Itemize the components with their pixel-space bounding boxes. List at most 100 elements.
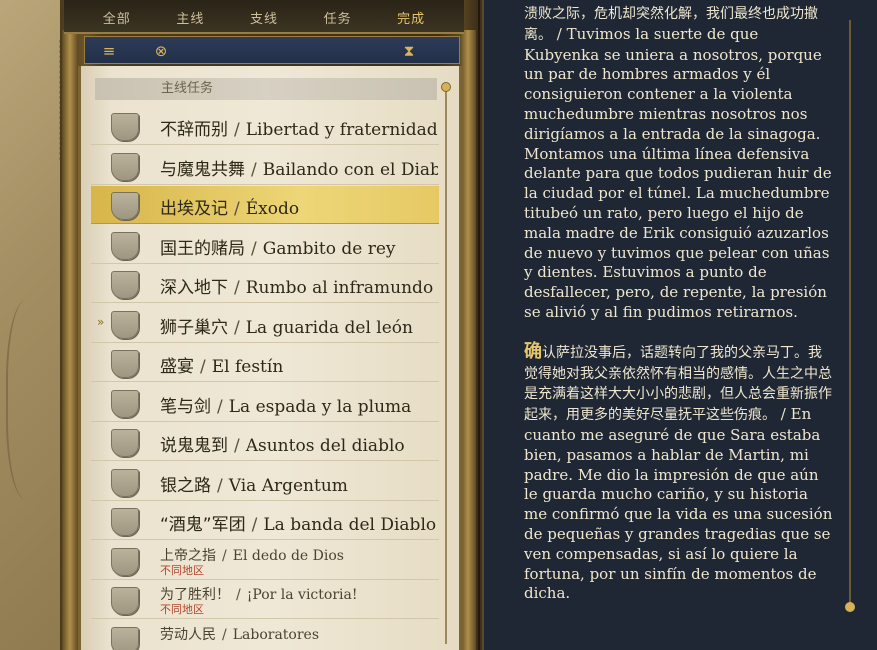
filter-icon[interactable]: ≡ xyxy=(99,41,119,61)
quest-list-scroll-knob[interactable] xyxy=(441,82,451,92)
quest-title-separator: / xyxy=(251,515,258,535)
quest-title-separator: / xyxy=(217,475,223,496)
description-p1-es: Tuvimos la suerte de que Kubyenka se uni… xyxy=(524,24,832,321)
quest-title: 笔与剑 / La espada y la pluma xyxy=(160,392,438,417)
quest-list: 主线任务 不辞而别 / Libertad y fraternidad 与魔鬼共舞 / Ba… xyxy=(78,66,462,650)
quest-shield-icon xyxy=(111,310,139,339)
quest-row[interactable]: 为了胜利！ / ¡Por la victoria! 不同地区 xyxy=(91,581,439,619)
quest-title-es: La guarida del león xyxy=(245,317,413,338)
quest-description-panel: 溃败之际，危机却突然化解，我们最终也成功撤离。 / Tuvimos la sue… xyxy=(482,0,877,650)
quest-title-es: Bailando con el Diablo xyxy=(262,159,438,180)
tab-main[interactable]: 主线 xyxy=(176,8,204,27)
description-sep: / xyxy=(780,405,786,424)
quest-title: 狮子巢穴 / La guarida del león xyxy=(160,313,438,338)
quest-title: 银之路 / Via Argentum xyxy=(160,471,438,496)
quest-title: 不辞而别 / Libertad y fraternidad xyxy=(160,115,438,140)
quest-row[interactable]: 说鬼鬼到 / Asuntos del diablo xyxy=(91,423,439,461)
description-p2-es: En cuanto me aseguré de que Sara estaba … xyxy=(524,405,833,603)
description-sep: / xyxy=(556,24,562,43)
quest-title: “酒鬼”军团 / La banda del Diablo xyxy=(160,510,438,535)
quest-row[interactable]: 笔与剑 / La espada y la pluma xyxy=(91,384,439,422)
quest-shield-icon xyxy=(111,547,139,576)
map-road xyxy=(0,40,60,160)
quest-row[interactable]: 劳动人民 / Laboratores xyxy=(91,621,439,650)
quest-title-separator: / xyxy=(234,317,240,338)
frame-pillar-left xyxy=(62,30,78,650)
current-quest-pointer-icon: » xyxy=(97,314,105,329)
quest-shield-icon xyxy=(111,113,139,141)
quest-row[interactable]: 不辞而别 / Libertad y fraternidad xyxy=(91,107,439,145)
quest-shield-icon xyxy=(111,152,139,181)
quest-title-es: Rumbo al inframundo xyxy=(245,278,434,298)
quest-title-separator: / xyxy=(234,436,240,456)
quest-title-es: La banda del Diablo xyxy=(263,515,437,535)
quest-title-es: Libertad y fraternidad xyxy=(245,120,438,140)
quest-title: 劳动人民 / Laboratores xyxy=(160,624,438,644)
quest-title-zh: 劳动人民 xyxy=(160,626,216,643)
quest-row[interactable]: 与魔鬼共舞 / Bailando con el Diablo xyxy=(91,147,439,185)
quest-title: 盛宴 / El festín xyxy=(160,352,438,377)
journal-toolbar: ≡ ⊗ ⧗ xyxy=(84,36,460,64)
quest-shield-icon xyxy=(111,389,139,418)
quest-title-separator: / xyxy=(200,357,206,377)
section-header: 主线任务 xyxy=(95,78,437,100)
quest-title-separator: / xyxy=(251,159,257,180)
quest-title-es: Asuntos del diablo xyxy=(245,436,405,456)
quest-title-es: El festín xyxy=(211,357,284,377)
quest-region-note: 不同地区 xyxy=(160,603,204,616)
quest-title-separator: / xyxy=(222,626,227,643)
quest-title-zh: 狮子巢穴 xyxy=(160,317,228,338)
quest-title-separator: / xyxy=(234,278,240,298)
quest-row[interactable]: “酒鬼”军团 / La banda del Diablo xyxy=(91,502,439,540)
quest-title-zh: 深入地下 xyxy=(160,278,228,298)
quest-title-zh: 说鬼鬼到 xyxy=(160,436,228,456)
quest-title-es: ¡Por la victoria! xyxy=(246,587,358,603)
quest-title-zh: “酒鬼”军团 xyxy=(160,515,246,535)
quest-row[interactable]: 盛宴 / El festín xyxy=(91,344,439,382)
tab-tasks[interactable]: 任务 xyxy=(324,8,352,27)
quest-shield-icon xyxy=(111,192,139,220)
quest-title-es: Via Argentum xyxy=(228,475,348,496)
tab-all[interactable]: 全部 xyxy=(103,8,131,27)
quest-title: 说鬼鬼到 / Asuntos del diablo xyxy=(160,431,438,456)
quest-title: 国王的赌局 / Gambito de rey xyxy=(160,234,438,259)
quest-title-es: Laboratores xyxy=(232,626,320,643)
description-scrollbar[interactable] xyxy=(849,20,851,608)
quest-title-separator: / xyxy=(236,587,241,603)
description-scroll-knob[interactable] xyxy=(845,602,855,612)
frame-pillar-right xyxy=(460,30,476,650)
quest-row[interactable]: 国王的赌局 / Gambito de rey xyxy=(91,226,439,264)
quest-row[interactable]: 银之路 / Via Argentum xyxy=(91,463,439,501)
quest-title-es: Éxodo xyxy=(245,199,300,219)
hourglass-icon[interactable]: ⧗ xyxy=(399,41,419,61)
tab-side[interactable]: 支线 xyxy=(250,8,278,27)
quest-list-scrollbar[interactable] xyxy=(445,88,447,644)
quest-title: 出埃及记 / Éxodo xyxy=(160,194,438,219)
quest-row[interactable]: 出埃及记 / Éxodo xyxy=(91,186,439,224)
quest-shield-icon xyxy=(111,350,139,378)
quest-shield-icon xyxy=(111,587,139,615)
quest-title-zh: 不辞而别 xyxy=(160,120,228,140)
quest-row[interactable]: » 狮子巢穴 / La guarida del león xyxy=(91,305,439,343)
quest-title-es: El dedo de Dios xyxy=(232,547,344,564)
map-marker-icon[interactable]: ⊗ xyxy=(151,41,171,61)
quest-title-es: La espada y la pluma xyxy=(228,396,412,417)
quest-title: 深入地下 / Rumbo al inframundo xyxy=(160,273,438,298)
quest-title-separator: / xyxy=(217,396,223,417)
quest-title-zh: 笔与剑 xyxy=(160,396,211,417)
quest-shield-icon xyxy=(111,508,139,536)
quest-row[interactable]: 上帝之指 / El dedo de Dios 不同地区 xyxy=(91,542,439,580)
quest-shield-icon xyxy=(111,468,139,497)
description-paragraph-1: 溃败之际，危机却突然化解，我们最终也成功撤离。 / Tuvimos la sue… xyxy=(524,4,834,323)
tab-completed[interactable]: 完成 xyxy=(397,8,425,27)
quest-filter-tabs: 全部 主线 支线 任务 完成 xyxy=(64,0,464,34)
quest-shield-icon xyxy=(111,626,139,650)
quest-shield-icon xyxy=(111,429,139,457)
quest-title-zh: 国王的赌局 xyxy=(160,238,245,259)
quest-title-separator: / xyxy=(234,199,240,219)
quest-title-separator: / xyxy=(222,547,227,564)
quest-title-es: Gambito de rey xyxy=(262,238,396,259)
quest-title-zh: 银之路 xyxy=(160,475,211,496)
quest-shield-icon xyxy=(111,231,139,260)
quest-row[interactable]: 深入地下 / Rumbo al inframundo xyxy=(91,265,439,303)
